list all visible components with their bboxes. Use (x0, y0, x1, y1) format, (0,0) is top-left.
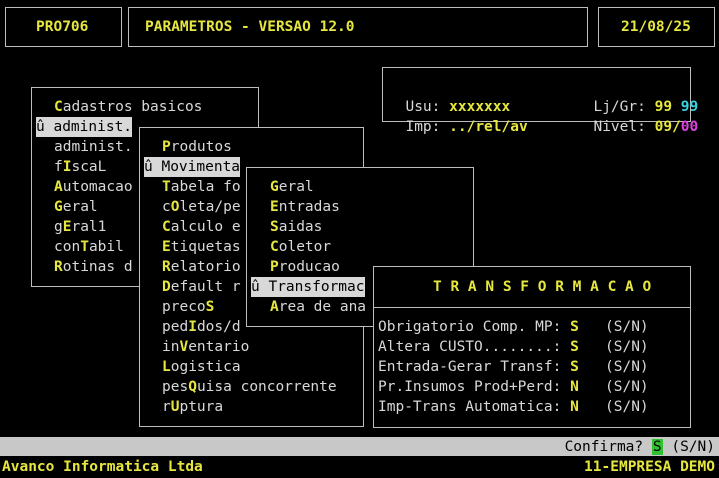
menu2-item-relatorio[interactable]: Relatorio (162, 257, 241, 277)
transf-row-pr-insumos: Pr.Insumos Prod+Perd: N (S/N) (378, 377, 649, 397)
menu3-item-entradas[interactable]: Entradas (270, 197, 340, 217)
menu1-item-automacao[interactable]: Automacao (54, 177, 133, 197)
menu1-item-administ-selected[interactable]: û administ. (36, 117, 133, 137)
menu2-item-tabela[interactable]: Tabela fo (162, 177, 241, 197)
field-options: (S/N) (605, 339, 649, 355)
menu1-item-rotinas[interactable]: Rotinas d (54, 257, 133, 277)
nivel-line: Nivel: 09/00 (576, 97, 698, 135)
menu2-item-coleta[interactable]: cOleta/pe (162, 197, 241, 217)
menu3-item-transformac-selected[interactable]: û Transformac (251, 277, 365, 297)
menu2-item-logistica[interactable]: Logistica (162, 357, 241, 377)
header-date: 21/08/25 (621, 19, 691, 35)
company-name: Avanco Informatica Ltda (2, 459, 203, 475)
menu3-item-area-analise[interactable]: Area de ana (270, 297, 366, 317)
menu2-item-movimenta-selected[interactable]: û Movimenta (144, 157, 241, 177)
menu2-item-pedidos[interactable]: pedIdos/d (162, 317, 241, 337)
transf-row-entrada-gerar: Entrada-Gerar Transf: S (S/N) (378, 357, 649, 377)
menu2-item-calculo[interactable]: Calculo e (162, 217, 241, 237)
page-title: PARAMETROS - VERSAO 12.0 (145, 19, 355, 35)
store-group-line: Lj/Gr: 99 99 (576, 77, 698, 115)
transf-row-obrigatorio: Obrigatorio Comp. MP: S (S/N) (378, 317, 649, 337)
menu2-item-precos[interactable]: precoS (162, 297, 214, 317)
menu2-item-inventario[interactable]: inVentario (162, 337, 249, 357)
menu2-item-produtos[interactable]: Produtos (162, 137, 232, 157)
field-options: (S/N) (605, 319, 649, 335)
field-label: Imp-Trans Automatica: (378, 399, 562, 415)
menu2-item-etiquetas[interactable]: Etiquetas (162, 237, 241, 257)
menu2-item-ruptura[interactable]: rUptura (162, 397, 223, 417)
field-options: (S/N) (605, 359, 649, 375)
field-options: (S/N) (605, 399, 649, 415)
confirm-options: (S/N) (671, 439, 715, 455)
field-label: Obrigatorio Comp. MP: (378, 319, 562, 335)
program-code: PRO706 (36, 19, 89, 35)
nivel-label: Nivel: (593, 119, 646, 135)
menu2-item-default[interactable]: Default r (162, 277, 241, 297)
nivel-value: 09 (654, 119, 673, 135)
transformacao-panel: T R A N S F O R M A C A O Obrigatorio Co… (373, 266, 691, 428)
menu1-item-contabil[interactable]: conTabil (54, 237, 124, 257)
transf-entrada-gerar-input[interactable]: S (570, 359, 579, 375)
menu1-item-fiscal[interactable]: fIscaL (54, 157, 106, 177)
confirm-input[interactable]: S (651, 439, 663, 455)
menu1-item-geral1[interactable]: gEral1 (54, 217, 106, 237)
user-info-line-1: Usu: xxxxxxx (388, 77, 510, 115)
confirm-label: Confirma? (564, 439, 644, 455)
imp-label: Imp: (405, 119, 441, 135)
user-info-line-2: Imp: ../rel/av (388, 97, 527, 135)
transf-row-altera-custo: Altera CUSTO........: S (S/N) (378, 337, 649, 357)
field-label: Entrada-Gerar Transf: (378, 359, 562, 375)
menu1-item-geral[interactable]: Geral (54, 197, 98, 217)
confirm-prompt: Confirma? S (S/N) (565, 438, 715, 456)
imp-value: ../rel/av (449, 119, 528, 135)
menu1-item-administ[interactable]: administ. (54, 137, 133, 157)
field-label: Altera CUSTO........: (378, 339, 562, 355)
field-options: (S/N) (605, 379, 649, 395)
transf-pr-insumos-input[interactable]: N (570, 379, 579, 395)
nivel-value-2: 00 (680, 119, 699, 135)
transf-obrigatorio-input[interactable]: S (570, 319, 579, 335)
menu3-item-producao[interactable]: Producao (270, 257, 340, 277)
menu3-item-coletor[interactable]: Coletor (270, 237, 331, 257)
transf-row-imp-trans: Imp-Trans Automatica: N (S/N) (378, 397, 649, 417)
transf-altera-custo-input[interactable]: S (570, 339, 579, 355)
transf-imp-trans-input[interactable]: N (570, 399, 579, 415)
transformacao-title: T R A N S F O R M A C A O (433, 279, 652, 295)
menu3-item-geral[interactable]: Geral (270, 177, 314, 197)
menu2-item-pesquisa[interactable]: pesQuisa concorrente (162, 377, 337, 397)
transformacao-divider (374, 307, 690, 308)
menu3-item-saidas[interactable]: Saidas (270, 217, 322, 237)
menu1-item-cadastros[interactable]: Cadastros basicos (54, 97, 202, 117)
nivel-separator: / (672, 119, 681, 135)
field-label: Pr.Insumos Prod+Perd: (378, 379, 562, 395)
empresa-label: 11-EMPRESA DEMO (584, 459, 715, 475)
